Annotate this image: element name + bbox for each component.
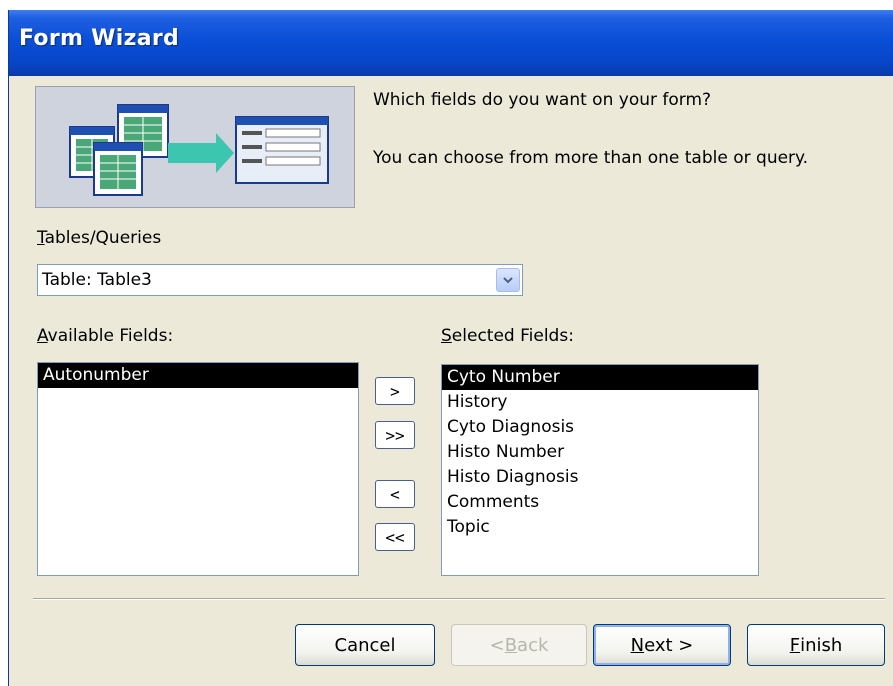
available-fields-label: Available Fields:: [37, 326, 174, 346]
list-item[interactable]: Comments: [442, 490, 758, 515]
list-item[interactable]: Histo Diagnosis: [442, 465, 758, 490]
prompt-question: Which fields do you want on your form?: [373, 90, 712, 110]
available-fields-list[interactable]: Autonumber: [37, 362, 359, 576]
add-field-button[interactable]: >: [375, 377, 415, 405]
form-wizard-dialog: Form Wizard Which fields do you want on …: [8, 10, 893, 686]
list-item[interactable]: Topic: [442, 515, 758, 540]
remove-field-button[interactable]: <: [375, 480, 415, 508]
add-all-fields-button[interactable]: >>: [375, 421, 415, 449]
list-item[interactable]: Autonumber: [38, 363, 358, 388]
selected-fields-label: Selected Fields:: [441, 326, 574, 346]
cancel-button[interactable]: Cancel: [295, 624, 435, 666]
list-item[interactable]: Cyto Number: [442, 365, 758, 390]
finish-button[interactable]: Finish: [747, 624, 885, 666]
next-button[interactable]: Next >: [593, 624, 731, 666]
selected-fields-list[interactable]: Cyto Number History Cyto Diagnosis Histo…: [441, 364, 759, 576]
tables-to-form-icon: [69, 104, 329, 196]
window-title: Form Wizard: [19, 26, 180, 51]
title-bar[interactable]: Form Wizard: [9, 10, 893, 76]
list-item[interactable]: Histo Number: [442, 440, 758, 465]
tables-queries-label: Tables/Queries: [37, 228, 162, 248]
tables-queries-value: Table: Table3: [42, 270, 152, 290]
remove-all-fields-button[interactable]: <<: [375, 523, 415, 551]
list-item[interactable]: History: [442, 390, 758, 415]
chevron-down-icon[interactable]: [496, 268, 520, 292]
list-item[interactable]: Cyto Diagnosis: [442, 415, 758, 440]
wizard-illustration: [35, 86, 355, 208]
prompt-hint: You can choose from more than one table …: [373, 148, 809, 168]
footer-divider: [33, 598, 885, 600]
back-button[interactable]: < Back: [451, 624, 587, 666]
tables-queries-select[interactable]: Table: Table3: [37, 264, 523, 296]
